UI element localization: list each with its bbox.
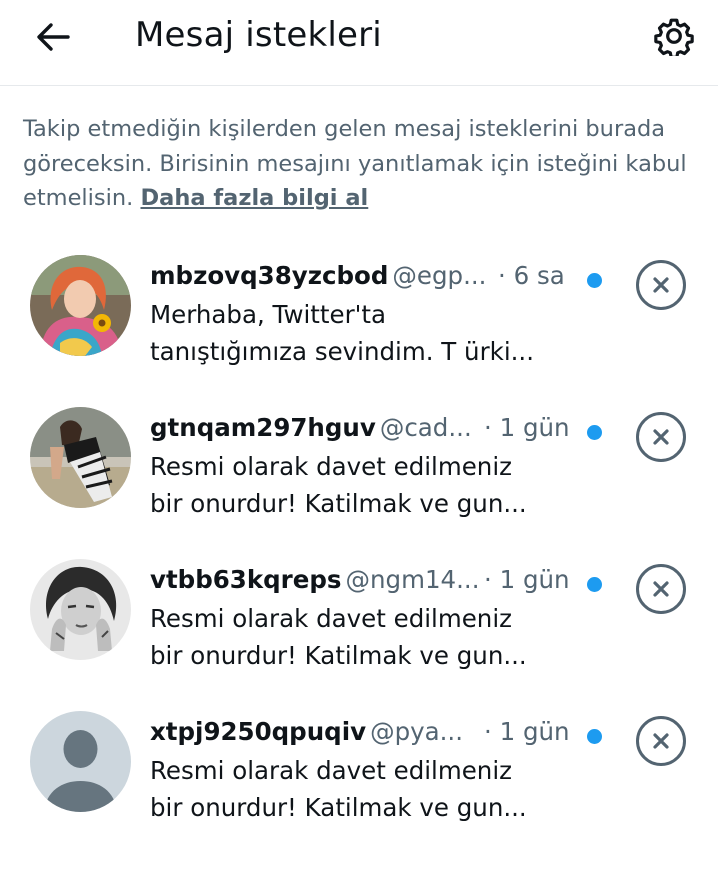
unread-indicator bbox=[587, 425, 602, 440]
arrow-left-icon bbox=[37, 23, 70, 51]
message-request-item[interactable]: mbzovq38yzcbod @egp... · 6 sa Merhaba, Tw… bbox=[0, 255, 718, 405]
timestamp: · 6 sa bbox=[498, 261, 565, 290]
handle: @pya... bbox=[370, 717, 463, 746]
preview-line: tanıştığımıza sevindim. T ürki... bbox=[150, 337, 535, 366]
username: mbzovq38yzcbod bbox=[150, 261, 389, 290]
username: xtpj9250qpuqiv bbox=[150, 717, 367, 746]
unread-indicator bbox=[587, 273, 602, 288]
username: gtnqam297hguv bbox=[150, 413, 376, 442]
timestamp: · 1 gün bbox=[484, 717, 570, 746]
message-request-item[interactable]: vtbb63kqreps @ngm14... · 1 gün Resmi olar… bbox=[0, 559, 718, 709]
handle: @cad... bbox=[379, 413, 472, 442]
message-preview: Merhaba, Twitter'ta tanıştığımıza sevind… bbox=[150, 296, 580, 370]
info-text: Takip etmediğin kişilerden gelen mesaj i… bbox=[23, 112, 693, 216]
message-request-item[interactable]: xtpj9250qpuqiv @pya... · 1 gün Resmi olar… bbox=[0, 711, 718, 861]
timestamp: · 1 gün bbox=[484, 565, 570, 594]
message-request-item[interactable]: gtnqam297hguv @cad... · 1 gün Resmi olara… bbox=[0, 407, 718, 557]
avatar[interactable] bbox=[30, 255, 131, 356]
preview-line: Resmi olarak davet edilmeniz bbox=[150, 604, 512, 633]
avatar[interactable] bbox=[30, 407, 131, 508]
preview-line: Resmi olarak davet edilmeniz bbox=[150, 452, 512, 481]
avatar[interactable] bbox=[30, 711, 131, 812]
close-icon bbox=[653, 429, 669, 445]
handle: @egp... bbox=[392, 261, 487, 290]
close-icon bbox=[653, 277, 669, 293]
username: vtbb63kqreps bbox=[150, 565, 342, 594]
close-icon bbox=[653, 581, 669, 597]
dismiss-button[interactable] bbox=[636, 564, 686, 614]
settings-button[interactable] bbox=[650, 12, 698, 60]
gear-icon bbox=[654, 18, 694, 56]
preview-line: bir onurdur! Katilmak ve gun... bbox=[150, 489, 527, 518]
back-button[interactable] bbox=[30, 14, 76, 60]
page-title: Mesaj istekleri bbox=[135, 15, 382, 55]
dismiss-button[interactable] bbox=[636, 716, 686, 766]
timestamp: · 1 gün bbox=[484, 413, 570, 442]
dismiss-button[interactable] bbox=[636, 260, 686, 310]
close-icon bbox=[653, 733, 669, 749]
top-bar: Mesaj istekleri bbox=[0, 0, 718, 86]
preview-line: Resmi olarak davet edilmeniz bbox=[150, 756, 512, 785]
message-preview: Resmi olarak davet edilmeniz bir onurdur… bbox=[150, 752, 580, 826]
learn-more-link[interactable]: Daha fazla bilgi al bbox=[140, 185, 368, 211]
preview-line: bir onurdur! Katilmak ve gun... bbox=[150, 793, 527, 822]
unread-indicator bbox=[587, 577, 602, 592]
dismiss-button[interactable] bbox=[636, 412, 686, 462]
avatar[interactable] bbox=[30, 559, 131, 660]
unread-indicator bbox=[587, 729, 602, 744]
default-profile-icon bbox=[30, 711, 131, 812]
handle: @ngm14... bbox=[345, 565, 480, 594]
preview-line: Merhaba, Twitter'ta bbox=[150, 300, 387, 329]
message-preview: Resmi olarak davet edilmeniz bir onurdur… bbox=[150, 600, 580, 674]
preview-line: bir onurdur! Katilmak ve gun... bbox=[150, 641, 527, 670]
message-preview: Resmi olarak davet edilmeniz bir onurdur… bbox=[150, 448, 580, 522]
